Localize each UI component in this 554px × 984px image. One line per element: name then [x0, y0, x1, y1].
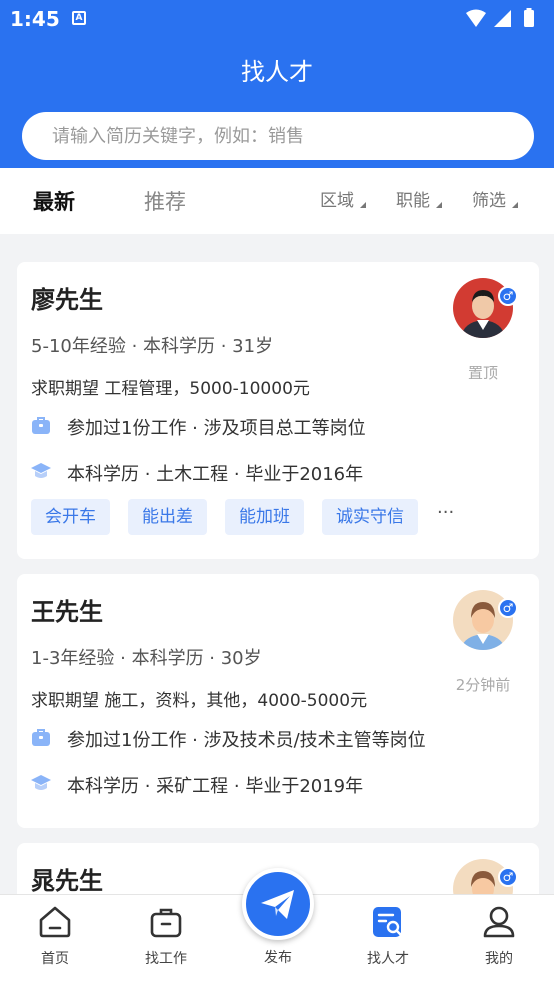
tag-chip: 能出差: [128, 499, 207, 535]
resume-search-icon: [373, 907, 403, 937]
candidate-name: 王先生: [31, 598, 103, 626]
male-gender-icon: ♂: [498, 598, 518, 618]
candidate-expectation: 求职期望 施工，资料，其他，4000-5000元: [31, 691, 368, 711]
tab-find-jobs[interactable]: 找工作: [111, 895, 221, 984]
page-title: 找人才: [241, 58, 313, 86]
work-experience-text: 参加过1份工作 · 涉及技术员/技术主管等岗位: [67, 730, 426, 751]
search-box[interactable]: [22, 112, 534, 160]
candidate-name: 廖先生: [31, 286, 103, 314]
education-text: 本科学历 · 采矿工程 · 毕业于2019年: [67, 776, 364, 797]
tab-find-talent-label: 找人才: [367, 951, 409, 967]
dropdown-triangle-icon: [512, 202, 518, 208]
notification-icon: A: [72, 11, 86, 25]
tab-home-label: 首页: [41, 951, 69, 967]
paper-plane-icon: [261, 890, 294, 919]
filter-function-label: 职能: [396, 191, 430, 211]
tag-chip: 诚实守信: [322, 499, 418, 535]
briefcase-icon: [32, 729, 50, 746]
tab-latest[interactable]: 最新: [33, 186, 75, 216]
pinned-label: 置顶: [467, 364, 498, 382]
filter-region-label: 区域: [320, 191, 354, 211]
filter-region[interactable]: 区域: [320, 186, 366, 211]
tab-mine-label: 我的: [485, 951, 513, 967]
candidate-card[interactable]: 王先生 1-3年经验 · 本科学历 · 30岁 求职期望 施工，资料，其他，40…: [17, 574, 539, 828]
tag-chip: 能加班: [225, 499, 304, 535]
dropdown-triangle-icon: [436, 202, 442, 208]
tag-chip: 会开车: [31, 499, 110, 535]
candidate-name: 晁先生: [31, 867, 103, 895]
tabs-bar: 最新 推荐 区域 职能 筛选: [0, 168, 554, 234]
user-icon: [483, 906, 515, 938]
status-icons: [466, 8, 534, 27]
status-time: 1:45: [10, 7, 60, 31]
briefcase-icon: [32, 417, 50, 434]
publish-button[interactable]: [242, 868, 314, 940]
candidate-info: 5-10年经验 · 本科学历 · 31岁: [31, 336, 274, 357]
tab-find-jobs-label: 找工作: [145, 951, 187, 967]
tab-find-talent[interactable]: 找人才: [333, 895, 443, 984]
time-ago-label: 2分钟前: [455, 676, 511, 694]
publish-label: 发布: [264, 950, 292, 966]
home-icon: [39, 906, 71, 938]
briefcase-icon: [150, 908, 182, 938]
more-tags-ellipsis: ···: [437, 502, 455, 523]
app-header: 1:45 A 找人才: [0, 0, 554, 168]
work-experience-text: 参加过1份工作 · 涉及项目总工等岗位: [67, 418, 366, 439]
candidate-info: 1-3年经验 · 本科学历 · 30岁: [31, 648, 262, 669]
status-bar: 1:45 A: [0, 0, 554, 38]
male-gender-icon: ♂: [498, 867, 518, 887]
tab-recommended[interactable]: 推荐: [144, 186, 186, 216]
candidate-card[interactable]: 廖先生 5-10年经验 · 本科学历 · 31岁 求职期望 工程管理，5000-…: [17, 262, 539, 559]
signal-icon: [494, 10, 511, 27]
graduation-cap-icon: [31, 775, 51, 790]
filter-more[interactable]: 筛选: [472, 186, 518, 211]
filter-function[interactable]: 职能: [396, 186, 442, 211]
tab-mine[interactable]: 我的: [444, 895, 554, 984]
wifi-icon: [466, 9, 486, 27]
education-text: 本科学历 · 土木工程 · 毕业于2016年: [67, 464, 364, 485]
graduation-cap-icon: [31, 463, 51, 478]
filter-more-label: 筛选: [472, 191, 506, 211]
male-gender-icon: ♂: [498, 286, 518, 306]
dropdown-triangle-icon: [360, 202, 366, 208]
battery-icon: [524, 10, 534, 27]
tab-home[interactable]: 首页: [0, 895, 110, 984]
search-input[interactable]: [52, 112, 512, 160]
candidate-expectation: 求职期望 工程管理，5000-10000元: [31, 379, 310, 399]
